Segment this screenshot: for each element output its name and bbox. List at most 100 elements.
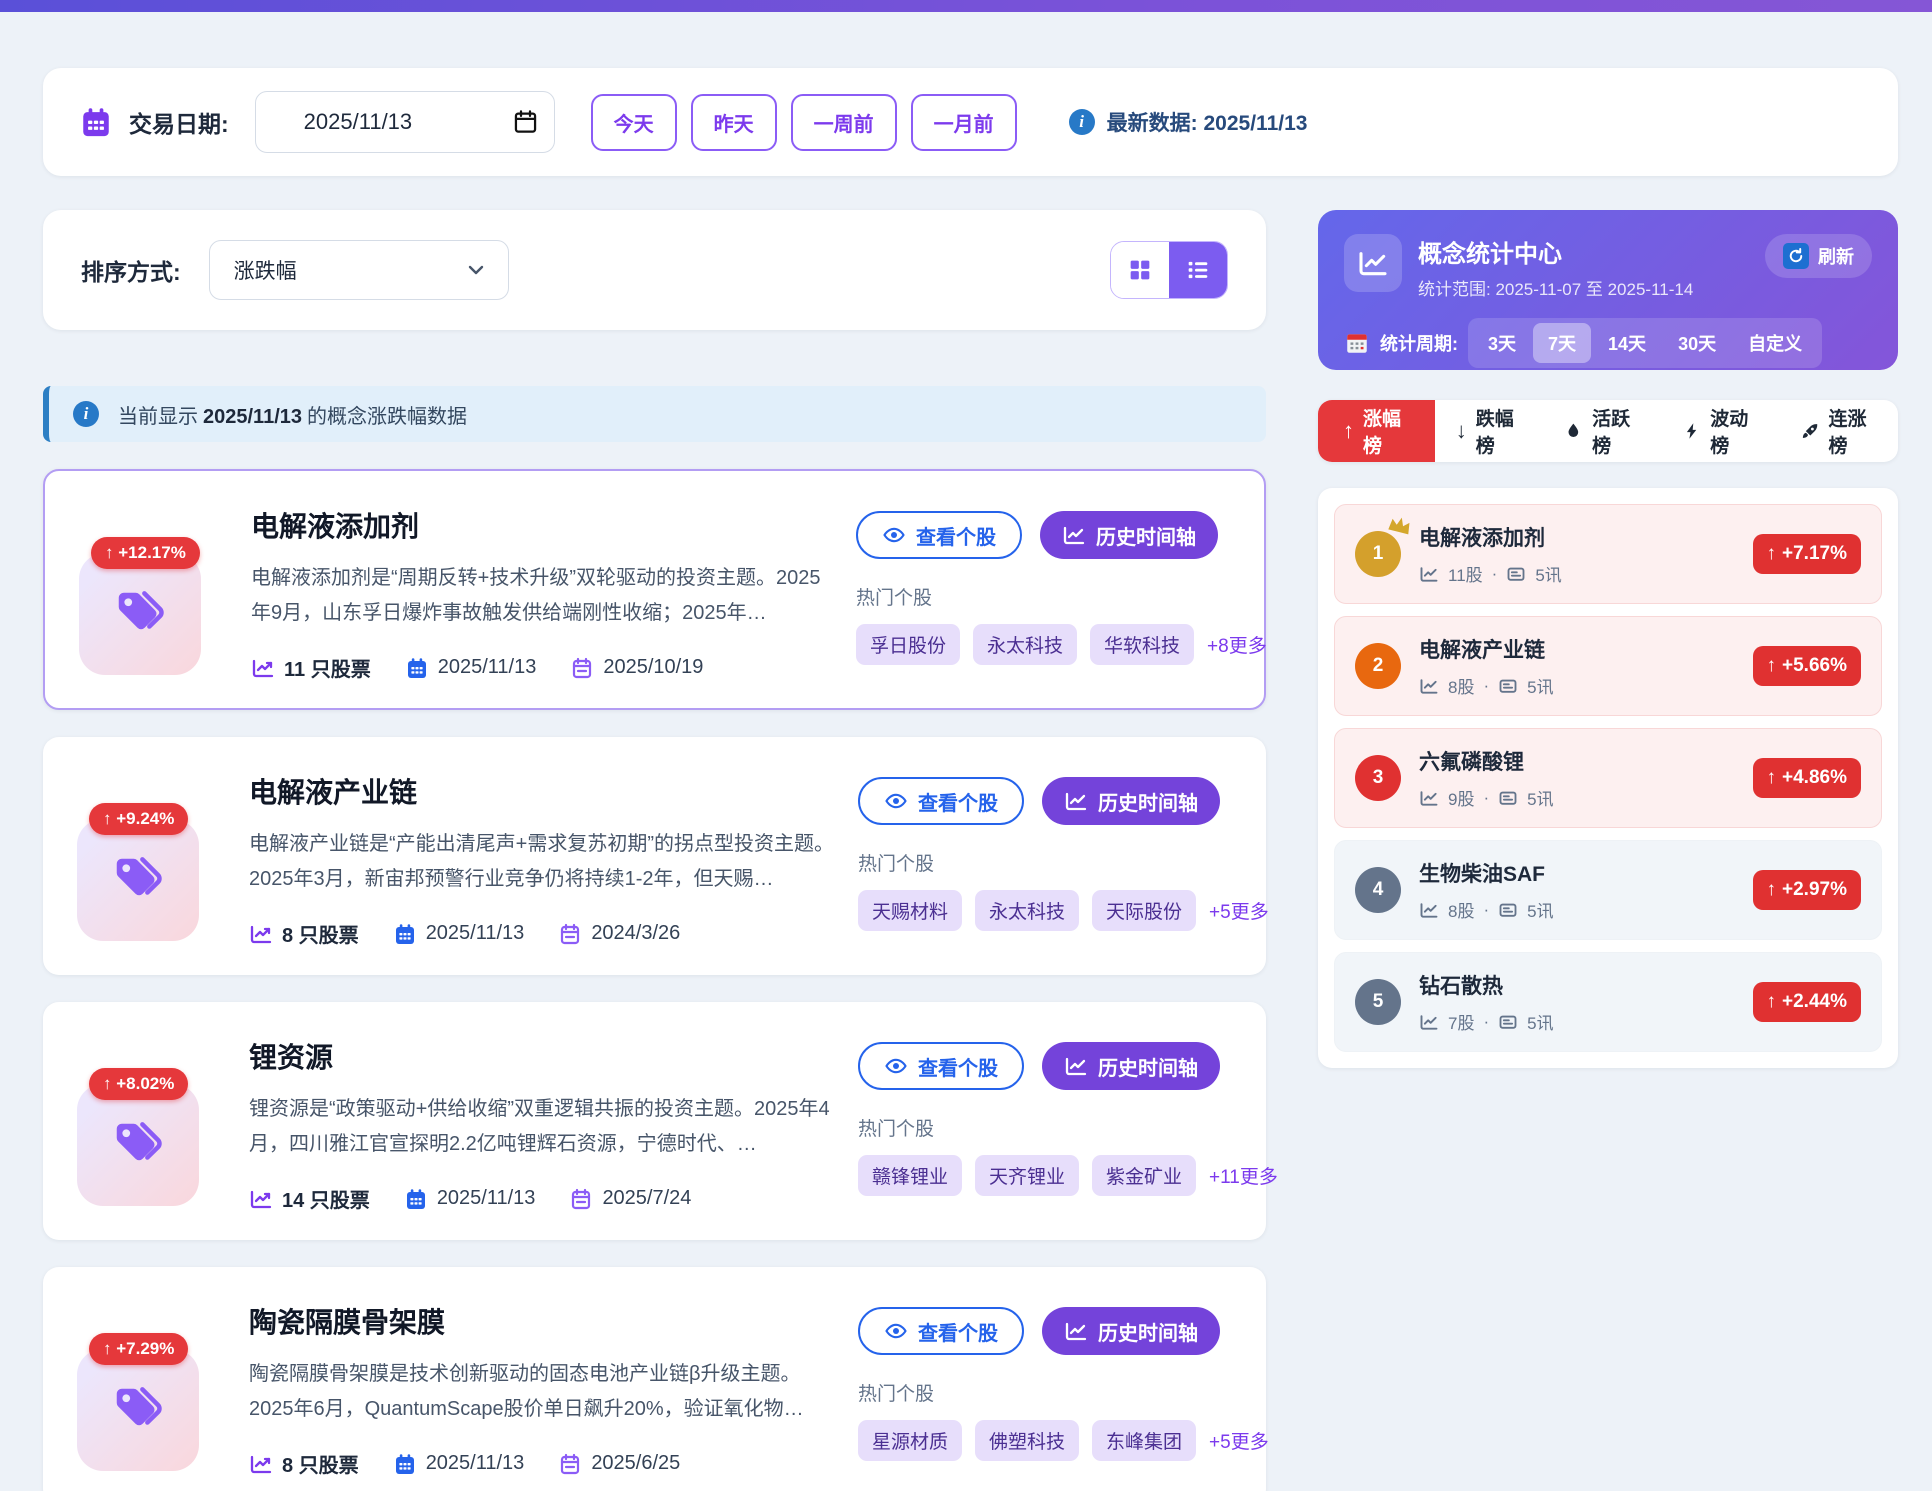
stock-tag[interactable]: 天赐材料 <box>858 890 962 931</box>
tab-volatility[interactable]: 波动榜 <box>1662 400 1780 462</box>
grid-view-button[interactable] <box>1111 242 1169 298</box>
history-timeline-button[interactable]: 历史时间轴 <box>1042 777 1220 825</box>
period-14d[interactable]: 14天 <box>1593 323 1661 363</box>
period-30d[interactable]: 30天 <box>1663 323 1731 363</box>
concept-description: 电解液产业链是“产能出清尾声+需求复苏初期”的拐点型投资主题。2025年3月，新… <box>249 827 834 897</box>
stock-tag[interactable]: 永太科技 <box>973 624 1077 665</box>
refresh-button[interactable]: 刷新 <box>1765 234 1872 278</box>
history-timeline-button[interactable]: 历史时间轴 <box>1042 1042 1220 1090</box>
dot-separator: · <box>1483 788 1489 808</box>
stock-chart-icon <box>1419 676 1439 696</box>
create-date-icon <box>558 1452 582 1476</box>
stock-tag[interactable]: 赣锋锂业 <box>858 1155 962 1196</box>
month-ago-button[interactable]: 一月前 <box>911 94 1017 151</box>
rank-news-count: 5讯 <box>1527 785 1553 810</box>
period-3d[interactable]: 3天 <box>1473 323 1531 363</box>
stock-tag[interactable]: 永太科技 <box>975 890 1079 931</box>
yesterday-button[interactable]: 昨天 <box>691 94 777 151</box>
stock-tag[interactable]: 孚日股份 <box>856 624 960 665</box>
rank-concept-name: 生物柴油SAF <box>1419 858 1554 888</box>
history-timeline-button[interactable]: 历史时间轴 <box>1042 1307 1220 1355</box>
history-timeline-button[interactable]: 历史时间轴 <box>1040 511 1218 559</box>
create-date-icon <box>569 1187 593 1211</box>
tab-streak[interactable]: 连涨榜 <box>1780 400 1898 462</box>
arrow-up-icon: ↑ <box>1767 543 1777 565</box>
arrow-up-icon: ↑ <box>1767 879 1777 901</box>
arrow-up-icon: ↑ <box>1343 418 1354 444</box>
news-icon <box>1498 676 1518 696</box>
view-stocks-button[interactable]: 查看个股 <box>858 1307 1024 1355</box>
stock-chart-icon <box>1419 788 1439 808</box>
more-stocks-link[interactable]: +5更多 <box>1209 897 1269 924</box>
update-date: 2025/11/13 <box>426 922 525 945</box>
stock-tag[interactable]: 星源材质 <box>858 1420 962 1461</box>
hot-stocks-tags: 孚日股份 永太科技 华软科技 +8更多 <box>856 624 1234 665</box>
more-stocks-link[interactable]: +11更多 <box>1209 1162 1278 1189</box>
rank-change-badge: ↑+4.86% <box>1753 758 1861 798</box>
concept-card: ↑ +9.24% 电解液产业链 电解液产业链是“产能出清尾声+需求复苏初期”的拐… <box>43 737 1266 975</box>
sort-bar: 排序方式: 涨跌幅 <box>43 210 1266 330</box>
list-view-button[interactable] <box>1169 242 1227 298</box>
rank-change-badge: ↑+7.17% <box>1753 534 1861 574</box>
concept-icon-block <box>77 1349 199 1471</box>
list-icon <box>1184 256 1212 284</box>
create-date-icon <box>558 922 582 946</box>
rank-number: 4 <box>1355 867 1401 913</box>
concept-description: 锂资源是“政策驱动+供给收缩”双重逻辑共振的投资主题。2025年4月，四川雅江官… <box>249 1092 834 1162</box>
period-custom[interactable]: 自定义 <box>1733 323 1817 363</box>
view-stocks-button[interactable]: 查看个股 <box>858 777 1024 825</box>
stock-tag[interactable]: 华软科技 <box>1090 624 1194 665</box>
stock-chart-icon <box>1419 1012 1439 1032</box>
rank-item[interactable]: 1 电解液添加剂 11股 · 5讯 ↑+7.17% <box>1334 504 1882 604</box>
eye-icon <box>884 789 908 813</box>
grid-icon <box>1126 256 1154 284</box>
concept-meta: 11 只股票 2025/11/13 2025/10/19 <box>251 653 832 682</box>
period-pills: 3天 7天 14天 30天 自定义 <box>1468 318 1822 368</box>
arrow-up-icon: ↑ <box>103 809 112 828</box>
today-button[interactable]: 今天 <box>591 94 677 151</box>
rank-item[interactable]: 5 钻石散热 7股 · 5讯 ↑+2.44% <box>1334 952 1882 1052</box>
dot-separator: · <box>1483 1012 1489 1032</box>
rank-change-badge: ↑+2.44% <box>1753 982 1861 1022</box>
view-stocks-button[interactable]: 查看个股 <box>858 1042 1024 1090</box>
date-picker-icon[interactable] <box>512 108 539 135</box>
stock-chart-icon <box>249 1187 273 1211</box>
tags-icon <box>110 584 170 644</box>
trade-date-input[interactable] <box>255 91 555 153</box>
concept-meta: 8 只股票 2025/11/13 2025/6/25 <box>249 1449 834 1478</box>
stock-tag[interactable]: 佛塑科技 <box>975 1420 1079 1461</box>
concept-description: 陶瓷隔膜骨架膜是技术创新驱动的固态电池产业链β升级主题。2025年6月，Quan… <box>249 1357 834 1427</box>
stock-tag[interactable]: 东峰集团 <box>1092 1420 1196 1461</box>
crown-icon <box>1384 509 1416 541</box>
more-stocks-link[interactable]: +8更多 <box>1207 631 1267 658</box>
tab-active[interactable]: 活跃榜 <box>1543 400 1661 462</box>
arrow-up-icon: ↑ <box>1767 655 1777 677</box>
news-icon <box>1498 788 1518 808</box>
refresh-icon <box>1783 243 1809 269</box>
rank-stock-count: 8股 <box>1448 673 1474 698</box>
update-date-icon <box>393 1452 417 1476</box>
info-icon: i <box>73 401 99 427</box>
stock-chart-icon <box>249 1452 273 1476</box>
rank-item[interactable]: 2 电解液产业链 8股 · 5讯 ↑+5.66% <box>1334 616 1882 716</box>
latest-data-text: 最新数据: 2025/11/13 <box>1107 107 1308 137</box>
create-date: 2025/10/19 <box>603 656 703 679</box>
rank-item[interactable]: 3 六氟磷酸锂 9股 · 5讯 ↑+4.86% <box>1334 728 1882 828</box>
tab-gainers[interactable]: ↑涨幅榜 <box>1318 400 1435 462</box>
trade-date-label: 交易日期: <box>129 105 229 139</box>
stock-count: 14 只股票 <box>282 1184 370 1213</box>
stock-tag[interactable]: 天齐锂业 <box>975 1155 1079 1196</box>
rank-news-count: 5讯 <box>1527 1009 1553 1034</box>
more-stocks-link[interactable]: +5更多 <box>1209 1427 1269 1454</box>
period-7d[interactable]: 7天 <box>1533 323 1591 363</box>
stock-tag[interactable]: 天际股份 <box>1092 890 1196 931</box>
tab-losers[interactable]: ↓跌幅榜 <box>1435 400 1544 462</box>
sort-select[interactable]: 涨跌幅 <box>209 240 509 300</box>
stock-tag[interactable]: 紫金矿业 <box>1092 1155 1196 1196</box>
rank-item[interactable]: 4 生物柴油SAF 8股 · 5讯 ↑+2.97% <box>1334 840 1882 940</box>
hot-stocks-label: 热门个股 <box>858 1379 1236 1406</box>
week-ago-button[interactable]: 一周前 <box>791 94 897 151</box>
view-stocks-button[interactable]: 查看个股 <box>856 511 1022 559</box>
change-badge: ↑ +9.24% <box>89 803 188 835</box>
quick-date-buttons: 今天 昨天 一周前 一月前 <box>591 94 1017 151</box>
